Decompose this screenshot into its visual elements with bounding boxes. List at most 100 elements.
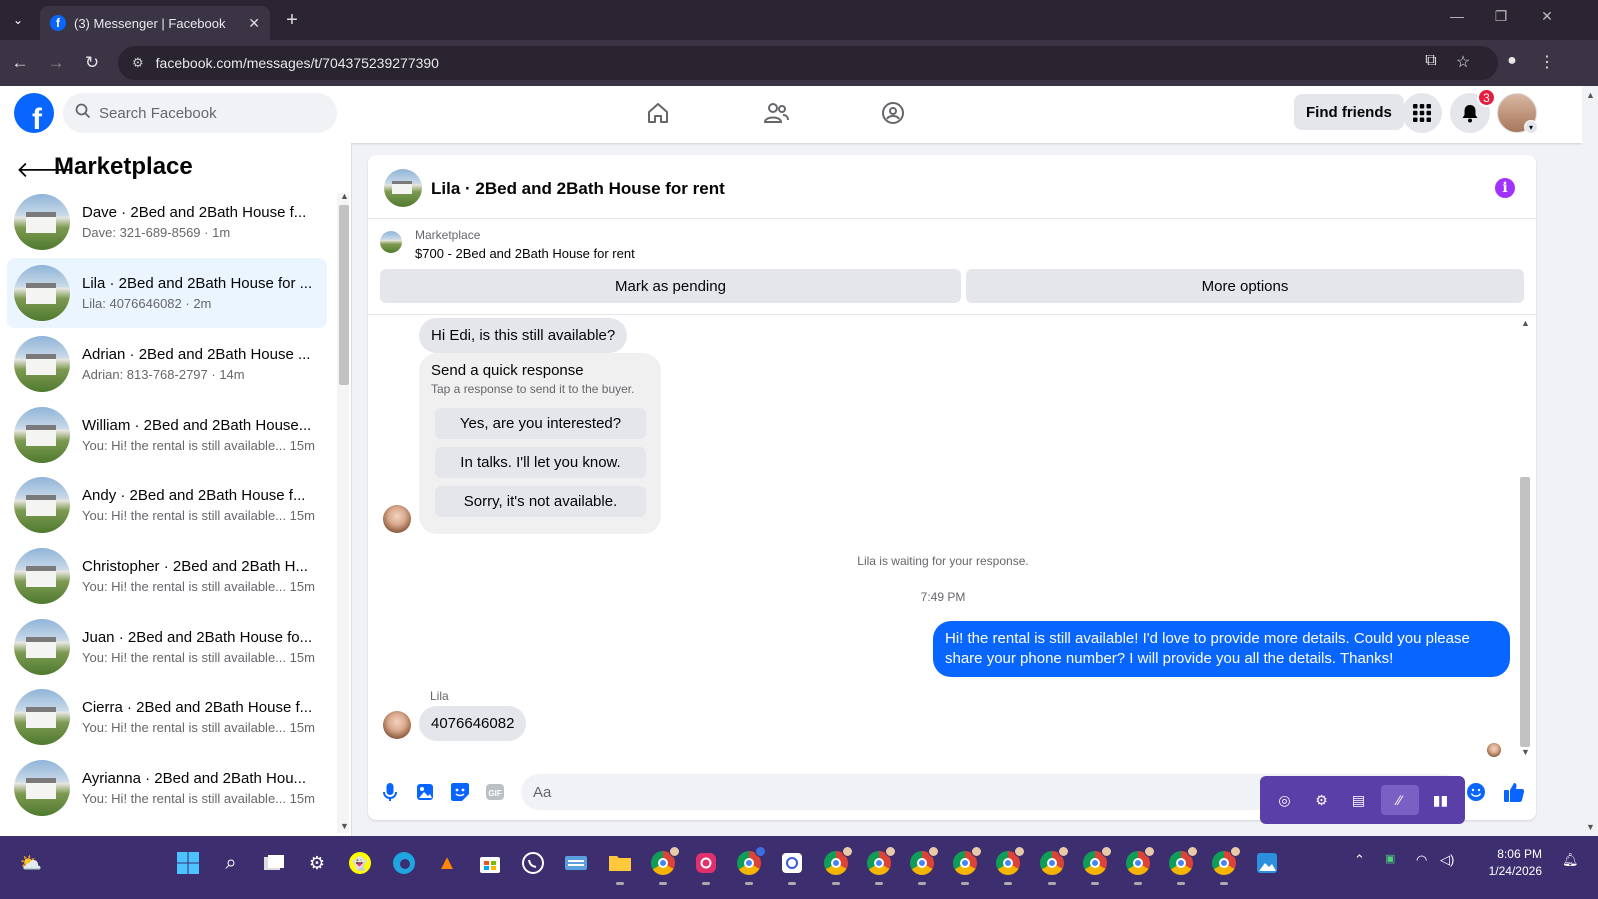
conversation-preview: You: Hi! the rental is still available..… (82, 650, 315, 665)
more-options-button[interactable]: More options (966, 269, 1524, 303)
minimize-icon[interactable]: — (1442, 8, 1472, 24)
tray-app-icon[interactable]: ▣ (1385, 852, 1395, 865)
menu-grid-icon[interactable] (1402, 93, 1442, 133)
find-friends-button[interactable]: Find friends (1294, 94, 1404, 130)
sender-avatar[interactable] (383, 711, 411, 739)
chrome-profile-icon[interactable] (1080, 846, 1112, 885)
friends-icon[interactable] (759, 96, 793, 130)
whatsapp-icon[interactable] (518, 848, 548, 878)
install-app-icon[interactable]: ⧉ (1420, 52, 1442, 70)
show-hidden-icons-chevron-icon[interactable]: ⌃ (1354, 852, 1365, 868)
listing-summary[interactable]: Marketplace $700 - 2Bed and 2Bath House … (380, 228, 635, 261)
conversation-item[interactable]: Christopher · 2Bed and 2Bath H... You: H… (7, 541, 327, 611)
task-view-icon[interactable] (259, 848, 289, 878)
groups-icon[interactable] (876, 96, 910, 130)
gif-icon[interactable]: GIF (484, 781, 506, 803)
sender-avatar[interactable] (383, 505, 411, 533)
conversation-item[interactable]: Cierra · 2Bed and 2Bath House f... You: … (7, 682, 327, 752)
page-scroll-up-icon[interactable]: ▲ (1586, 90, 1595, 100)
sticker-icon[interactable] (449, 781, 471, 803)
emoji-icon[interactable] (1465, 781, 1487, 803)
chrome-profile-icon[interactable] (907, 846, 939, 885)
thread-scrollbar-thumb[interactable] (1520, 477, 1530, 747)
chat-title[interactable]: Lila · 2Bed and 2Bath House for rent (431, 179, 725, 199)
keyboard-app-icon[interactable] (561, 848, 591, 878)
restore-icon[interactable]: ❐ (1486, 8, 1516, 25)
screenshot-tool-icon[interactable]: ◎ (1270, 785, 1300, 815)
search-input[interactable] (99, 104, 319, 122)
steam-icon[interactable]: ⚙ (1307, 785, 1337, 815)
chrome-profile-icon[interactable] (821, 846, 853, 885)
account-chevron-down-icon[interactable]: ▾ (1524, 120, 1538, 134)
forward-icon[interactable]: → (44, 51, 68, 75)
facebook-logo-icon[interactable]: f (14, 93, 54, 133)
file-explorer-icon[interactable] (605, 848, 635, 885)
back-icon[interactable]: ← (8, 51, 32, 75)
conversation-item[interactable]: Ayrianna · 2Bed and 2Bath Hou... You: Hi… (7, 753, 327, 823)
new-tab-button[interactable]: + (280, 8, 304, 32)
conversation-item-active[interactable]: Lila · 2Bed and 2Bath House for ... Lila… (7, 258, 327, 328)
steam-taskbar-icon[interactable]: ⚙ (302, 848, 332, 878)
search-box[interactable] (63, 93, 337, 133)
page-scrollbar[interactable] (1582, 86, 1598, 836)
chrome-profile-icon[interactable] (734, 846, 766, 885)
usb-drive-icon[interactable]: ▤ (1344, 785, 1374, 815)
chrome-profile-icon[interactable] (648, 846, 680, 885)
app-icon[interactable] (777, 848, 807, 885)
like-thumb-icon[interactable] (1503, 781, 1525, 803)
wifi-icon[interactable]: ◠ (1416, 852, 1427, 868)
browser-menu-icon[interactable]: ⋮ (1536, 52, 1558, 72)
chrome-profile-icon[interactable] (864, 846, 896, 885)
windows-start-icon[interactable] (173, 848, 203, 878)
quick-reply-interested-button[interactable]: Yes, are you interested? (435, 408, 646, 439)
conversation-item[interactable]: Adrian · 2Bed and 2Bath House ... Adrian… (7, 329, 327, 399)
home-icon[interactable] (641, 96, 675, 130)
browser-tab[interactable]: f (3) Messenger | Facebook ✕ (40, 6, 270, 40)
instagram-icon[interactable] (691, 848, 721, 885)
chat-listing-thumbnail[interactable] (384, 169, 422, 207)
chrome-profile-icon[interactable] (1037, 846, 1069, 885)
search-taskbar-icon[interactable]: ⌕ (216, 848, 246, 878)
conversation-item[interactable]: William · 2Bed and 2Bath House... You: H… (7, 400, 327, 470)
pen-tool-icon[interactable]: ⁄⁄ (1380, 785, 1419, 815)
conversation-item[interactable]: Juan · 2Bed and 2Bath House fo... You: H… (7, 612, 327, 682)
chrome-profile-icon[interactable] (993, 846, 1025, 885)
tab-search-button[interactable]: ⌄ (6, 8, 30, 32)
listing-price: $700 - 2Bed and 2Bath House for rent (415, 246, 635, 261)
volume-icon[interactable]: ◁) (1440, 852, 1454, 868)
profile-icon[interactable]: ● (1501, 52, 1523, 70)
store-icon[interactable] (475, 848, 505, 878)
scroll-up-icon[interactable]: ▲ (340, 191, 349, 201)
info-icon[interactable]: i (1495, 178, 1515, 198)
edge-icon[interactable] (389, 848, 419, 878)
page-scroll-down-icon[interactable]: ▼ (1586, 822, 1595, 832)
snapchat-icon[interactable]: 👻 (345, 848, 375, 878)
tab-close-icon[interactable]: ✕ (248, 15, 260, 32)
url-bar[interactable]: ⚙ facebook.com/messages/t/70437523927739… (118, 46, 1498, 80)
window-close-icon[interactable]: ✕ (1532, 8, 1562, 25)
notification-center-icon[interactable]: 🔔︎ (1562, 852, 1579, 868)
photo-icon[interactable] (414, 781, 436, 803)
bookmark-star-icon[interactable]: ☆ (1452, 52, 1474, 72)
bar-chart-icon[interactable]: ▮▮ (1426, 785, 1456, 815)
microphone-icon[interactable] (379, 781, 401, 803)
quick-reply-in-talks-button[interactable]: In talks. I'll let you know. (435, 447, 646, 478)
chrome-profile-icon[interactable] (1166, 846, 1198, 885)
conversation-item[interactable]: Andy · 2Bed and 2Bath House f... You: Hi… (7, 470, 327, 540)
conversation-item[interactable]: Dave · 2Bed and 2Bath House f... Dave: 3… (7, 187, 327, 257)
thread-scroll-up-icon[interactable]: ▲ (1521, 318, 1530, 328)
vlc-icon[interactable]: ▲ (432, 848, 462, 878)
chrome-profile-icon[interactable] (950, 846, 982, 885)
quick-reply-not-available-button[interactable]: Sorry, it's not available. (435, 486, 646, 517)
system-clock[interactable]: 8:06 PM 1/24/2026 (1470, 846, 1542, 880)
weather-widget-icon[interactable]: ⛅ (16, 848, 46, 878)
thread-scroll-down-icon[interactable]: ▼ (1521, 747, 1530, 757)
sidebar-scrollbar-thumb[interactable] (339, 205, 349, 385)
mark-as-pending-button[interactable]: Mark as pending (380, 269, 961, 303)
chrome-profile-icon[interactable] (1209, 846, 1241, 885)
photos-app-icon[interactable] (1252, 848, 1282, 878)
reload-icon[interactable]: ↻ (80, 51, 104, 75)
scroll-down-icon[interactable]: ▼ (340, 821, 349, 831)
site-settings-icon[interactable]: ⚙ (132, 55, 144, 71)
chrome-profile-icon[interactable] (1123, 846, 1155, 885)
